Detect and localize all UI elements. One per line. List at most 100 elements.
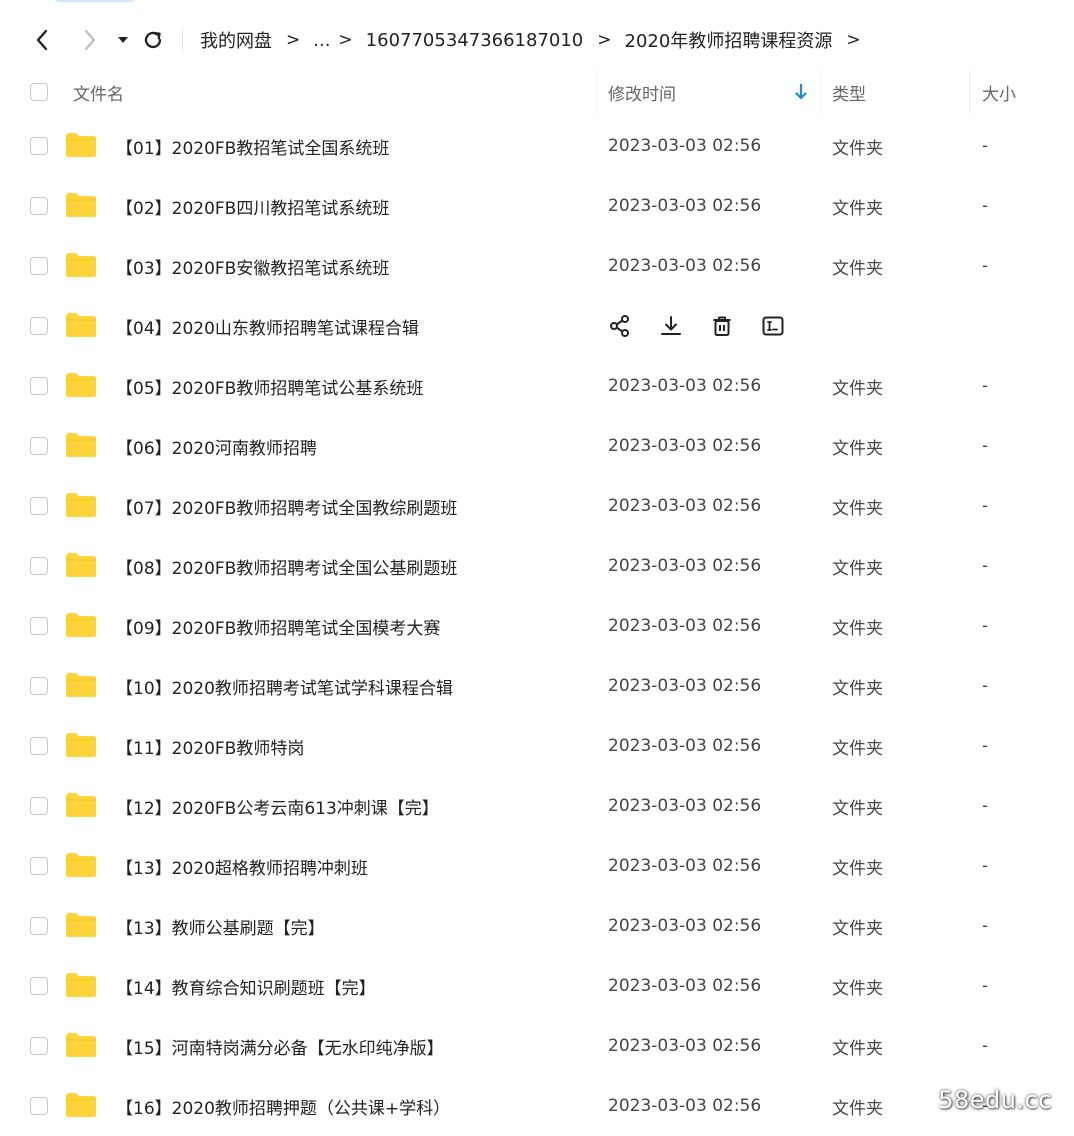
file-name[interactable]: 【05】2020FB教师招聘笔试公基系统班 <box>116 356 423 416</box>
column-divider[interactable] <box>820 70 821 114</box>
file-name[interactable]: 【02】2020FB四川教招笔试系统班 <box>116 176 389 236</box>
breadcrumb: 我的网盘 > ... > 1607705347366187010 > 2020年… <box>200 18 874 62</box>
folder-icon <box>66 853 96 877</box>
file-type: 文件夹 <box>832 858 883 879</box>
file-name[interactable]: 【10】2020教师招聘考试笔试学科课程合辑 <box>116 656 453 716</box>
table-row[interactable]: 【15】河南特岗满分必备【无水印纯净版】 2023-03-03 02:56 文件夹 - <box>0 1016 1074 1076</box>
breadcrumb-item-folder-id[interactable]: 1607705347366187010 <box>366 30 584 51</box>
file-name[interactable]: 【04】2020山东教师招聘笔试课程合辑 <box>116 296 419 356</box>
table-row[interactable]: 【13】2020超格教师招聘冲刺班 2023-03-03 02:56 文件夹 - <box>0 836 1074 896</box>
table-row[interactable]: 【01】2020FB教招笔试全国系统班 2023-03-03 02:56 文件夹 - <box>0 116 1074 176</box>
download-button[interactable] <box>657 312 685 340</box>
top-tab-accent <box>52 0 138 2</box>
file-name[interactable]: 【01】2020FB教招笔试全国系统班 <box>116 116 389 176</box>
file-modified-date: 2023-03-03 02:56 <box>608 796 762 816</box>
delete-button[interactable] <box>708 312 736 340</box>
column-header-name[interactable]: 文件名 <box>73 66 124 118</box>
row-checkbox[interactable] <box>30 977 48 995</box>
file-type: 文件夹 <box>832 1098 883 1119</box>
select-all-cell <box>30 66 48 118</box>
table-row[interactable]: 【07】2020FB教师招聘考试全国教综刷题班 2023-03-03 02:56 文… <box>0 476 1074 536</box>
file-name[interactable]: 【16】2020教师招聘押题（公共课+学科） <box>116 1076 450 1136</box>
forward-button[interactable] <box>78 26 102 54</box>
breadcrumb-item-ellipsis[interactable]: ... <box>313 30 330 51</box>
file-name[interactable]: 【06】2020河南教师招聘 <box>116 416 317 476</box>
row-checkbox[interactable] <box>30 1097 48 1115</box>
navigation-bar: 我的网盘 > ... > 1607705347366187010 > 2020年… <box>0 18 1074 62</box>
file-name[interactable]: 【09】2020FB教师招聘笔试全国模考大赛 <box>116 596 440 656</box>
row-checkbox[interactable] <box>30 197 48 215</box>
rename-button[interactable] <box>759 312 787 340</box>
row-checkbox[interactable] <box>30 1037 48 1055</box>
file-name[interactable]: 【13】2020超格教师招聘冲刺班 <box>116 836 368 896</box>
table-row[interactable]: 【10】2020教师招聘考试笔试学科课程合辑 2023-03-03 02:56 文件… <box>0 656 1074 716</box>
file-modified-date: 2023-03-03 02:56 <box>608 436 762 456</box>
table-row[interactable]: 【08】2020FB教师招聘考试全国公基刷题班 2023-03-03 02:56 文… <box>0 536 1074 596</box>
file-size: - <box>982 736 989 756</box>
column-header-type[interactable]: 类型 <box>832 66 866 118</box>
file-name[interactable]: 【03】2020FB安徽教招笔试系统班 <box>116 236 389 296</box>
file-type: 文件夹 <box>832 198 883 219</box>
folder-icon <box>66 673 96 697</box>
file-modified-date: 2023-03-03 02:56 <box>608 976 762 996</box>
file-size: - <box>982 136 989 156</box>
table-row[interactable]: 【03】2020FB安徽教招笔试系统班 2023-03-03 02:56 文件夹 - <box>0 236 1074 296</box>
breadcrumb-item-root[interactable]: 我的网盘 <box>200 27 272 53</box>
row-checkbox[interactable] <box>30 437 48 455</box>
table-row[interactable]: 【11】2020FB教师特岗 2023-03-03 02:56 文件夹 - <box>0 716 1074 776</box>
folder-icon <box>66 793 96 817</box>
column-divider[interactable] <box>969 70 970 114</box>
file-type: 文件夹 <box>832 498 883 519</box>
row-checkbox[interactable] <box>30 917 48 935</box>
folder-icon <box>66 613 96 637</box>
row-checkbox[interactable] <box>30 317 48 335</box>
file-name[interactable]: 【07】2020FB教师招聘考试全国教综刷题班 <box>116 476 457 536</box>
folder-icon <box>66 253 96 277</box>
file-name[interactable]: 【15】河南特岗满分必备【无水印纯净版】 <box>116 1016 444 1076</box>
row-checkbox[interactable] <box>30 257 48 275</box>
file-type: 文件夹 <box>832 1038 883 1059</box>
history-dropdown-button[interactable] <box>114 28 132 52</box>
row-checkbox[interactable] <box>30 137 48 155</box>
file-name[interactable]: 【14】教育综合知识刷题班【完】 <box>116 956 376 1016</box>
file-modified-date: 2023-03-03 02:56 <box>608 616 762 636</box>
sort-indicator[interactable] <box>794 66 808 118</box>
select-all-checkbox[interactable] <box>30 83 48 101</box>
file-type: 文件夹 <box>832 978 883 999</box>
breadcrumb-separator: > <box>846 30 861 50</box>
table-row[interactable]: 【05】2020FB教师招聘笔试公基系统班 2023-03-03 02:56 文件夹… <box>0 356 1074 416</box>
file-name[interactable]: 【08】2020FB教师招聘考试全国公基刷题班 <box>116 536 457 596</box>
column-header-modified[interactable]: 修改时间 <box>608 66 676 118</box>
row-checkbox[interactable] <box>30 557 48 575</box>
table-row[interactable]: 【06】2020河南教师招聘 2023-03-03 02:56 文件夹 - <box>0 416 1074 476</box>
back-button[interactable] <box>30 26 54 54</box>
row-checkbox[interactable] <box>30 737 48 755</box>
breadcrumb-item-current[interactable]: 2020年教师招聘课程资源 <box>625 27 833 53</box>
table-row[interactable]: 【14】教育综合知识刷题班【完】 2023-03-03 02:56 文件夹 - <box>0 956 1074 1016</box>
table-row[interactable]: 【13】教师公基刷题【完】 2023-03-03 02:56 文件夹 - <box>0 896 1074 956</box>
table-row[interactable]: 【12】2020FB公考云南613冲刺课【完】 2023-03-03 02:56 文… <box>0 776 1074 836</box>
file-modified-date: 2023-03-03 02:56 <box>608 1096 762 1116</box>
column-header-size[interactable]: 大小 <box>982 66 1016 118</box>
row-checkbox[interactable] <box>30 377 48 395</box>
file-name[interactable]: 【12】2020FB公考云南613冲刺课【完】 <box>116 776 439 836</box>
file-modified-date: 2023-03-03 02:56 <box>608 136 762 156</box>
table-row[interactable]: 【16】2020教师招聘押题（公共课+学科） 2023-03-03 02:56 文件… <box>0 1076 1074 1136</box>
row-checkbox[interactable] <box>30 617 48 635</box>
file-name[interactable]: 【13】教师公基刷题【完】 <box>116 896 325 956</box>
folder-icon <box>66 313 96 337</box>
row-checkbox[interactable] <box>30 797 48 815</box>
row-checkbox[interactable] <box>30 497 48 515</box>
table-row[interactable]: 【02】2020FB四川教招笔试系统班 2023-03-03 02:56 文件夹 - <box>0 176 1074 236</box>
file-modified-date: 2023-03-03 02:56 <box>608 1036 762 1056</box>
table-row[interactable]: 【04】2020山东教师招聘笔试课程合辑 <box>0 296 1074 356</box>
file-type: 文件夹 <box>832 558 883 579</box>
column-divider[interactable] <box>596 70 597 114</box>
row-checkbox[interactable] <box>30 677 48 695</box>
refresh-button[interactable] <box>140 26 166 54</box>
folder-icon <box>66 373 96 397</box>
share-button[interactable] <box>606 312 634 340</box>
file-name[interactable]: 【11】2020FB教师特岗 <box>116 716 304 776</box>
row-checkbox[interactable] <box>30 857 48 875</box>
table-row[interactable]: 【09】2020FB教师招聘笔试全国模考大赛 2023-03-03 02:56 文件… <box>0 596 1074 656</box>
